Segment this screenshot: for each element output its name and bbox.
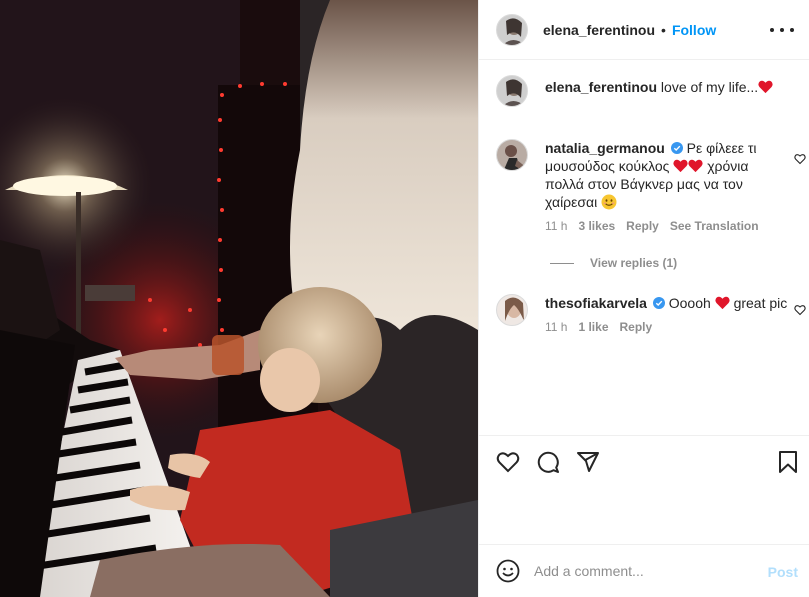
comments-list: elena_ferentinou love of my life... nata… — [479, 61, 809, 435]
post-details-panel: elena_ferentinou • Follow elena_ferentin… — [478, 0, 809, 597]
author-username[interactable]: elena_ferentinou — [543, 22, 655, 38]
comment-text-block: thesofiakarvela Ooooh great pic 11 h 1 li… — [545, 294, 790, 334]
comment-time: 11 h — [545, 219, 568, 233]
caption-username[interactable]: elena_ferentinou — [545, 79, 657, 95]
separator-dot: • — [661, 21, 666, 38]
smiling-face-emoji-icon — [601, 194, 617, 210]
view-replies-label: View replies (1) — [590, 256, 678, 270]
comment-like-heart-icon[interactable] — [794, 304, 806, 316]
comment-username[interactable]: thesofiakarvela — [545, 295, 647, 311]
see-translation-button[interactable]: See Translation — [670, 219, 759, 233]
add-comment-bar: Post — [479, 544, 809, 597]
post-action-bar — [479, 435, 809, 485]
verified-badge-icon — [652, 297, 665, 309]
comment-text-block: natalia_germanou Ρε φίλεεε τι μουσούδος … — [545, 139, 790, 233]
comment-likes[interactable]: 1 like — [578, 320, 608, 334]
reply-button[interactable]: Reply — [620, 320, 653, 334]
comment-input[interactable] — [534, 563, 754, 579]
red-heart-emoji-icon — [673, 159, 688, 173]
verified-badge-icon — [670, 142, 683, 154]
comment-item: thesofiakarvela Ooooh great pic 11 h 1 li… — [496, 294, 806, 364]
red-heart-emoji-icon — [758, 80, 773, 94]
follow-button[interactable]: Follow — [672, 22, 716, 38]
comment-meta: 11 h 1 like Reply — [545, 320, 790, 334]
commenter-avatar[interactable] — [496, 139, 528, 171]
comment-text-part2: great pic — [733, 295, 788, 311]
paper-plane-icon[interactable] — [576, 450, 600, 474]
author-avatar[interactable] — [496, 13, 528, 46]
comment-like-heart-icon[interactable] — [794, 153, 806, 165]
caption-author-avatar[interactable] — [496, 75, 528, 107]
comment-likes[interactable]: 3 likes — [578, 219, 615, 233]
comment-text-part1: Ooooh — [668, 295, 711, 311]
replies-divider-line — [550, 262, 574, 264]
reply-button[interactable]: Reply — [626, 219, 659, 233]
post-photo[interactable] — [0, 0, 478, 597]
caption-text: love of my life... — [660, 79, 759, 95]
bookmark-icon[interactable] — [776, 450, 800, 474]
post-comment-button[interactable]: Post — [768, 564, 798, 580]
caption-row: elena_ferentinou love of my life... — [496, 75, 796, 109]
comment-meta: 11 h 3 likes Reply See Translation — [545, 219, 790, 233]
comment-username[interactable]: natalia_germanou — [545, 140, 665, 156]
commenter-avatar[interactable] — [496, 294, 528, 326]
piano-photo-image — [0, 0, 478, 597]
post-header: elena_ferentinou • Follow — [479, 0, 809, 60]
caption-text-block: elena_ferentinou love of my life... — [545, 78, 790, 96]
red-heart-emoji-icon — [688, 159, 703, 173]
comment-icon[interactable] — [536, 450, 560, 474]
comment-item: natalia_germanou Ρε φίλεεε τι μουσούδος … — [496, 139, 806, 249]
red-heart-emoji-icon — [715, 296, 730, 310]
view-replies-button[interactable]: View replies (1) — [550, 256, 677, 270]
emoji-picker-icon[interactable] — [496, 559, 520, 583]
comment-time: 11 h — [545, 320, 568, 334]
heart-icon[interactable] — [496, 450, 520, 474]
more-options-icon[interactable] — [770, 20, 794, 40]
